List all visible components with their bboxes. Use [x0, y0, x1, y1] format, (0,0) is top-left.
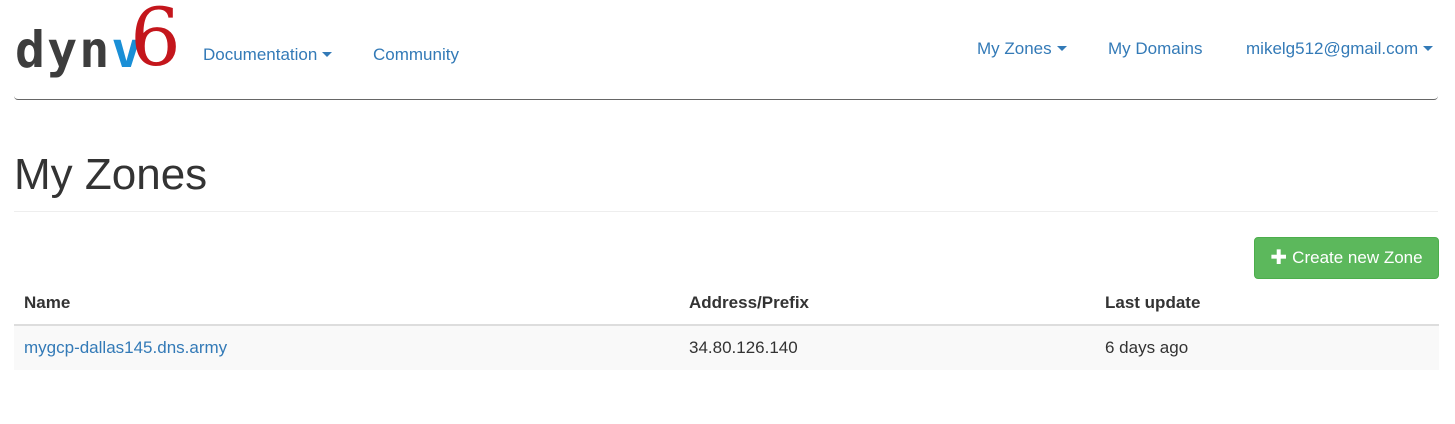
nav-documentation[interactable]: Documentation [203, 45, 333, 65]
caret-down-icon [1423, 46, 1434, 52]
nav-my-zones-label: My Zones [977, 39, 1052, 58]
zone-address-cell: 34.80.126.140 [689, 338, 798, 357]
column-header-name: Name [14, 281, 679, 326]
logo-wordmark: dynv [15, 21, 144, 79]
zone-updated-cell: 6 days ago [1105, 338, 1189, 357]
zone-name-cell: mygcp-dallas145.dns.army [14, 325, 679, 370]
create-zone-button[interactable]: ✚ Create new Zone [1254, 237, 1439, 279]
column-header-last-update: Last update [1095, 281, 1439, 326]
nav-my-zones[interactable]: My Zones [977, 39, 1067, 59]
plus-icon: ✚ [1270, 247, 1288, 269]
navbar: dynv 6 Documentation Community My Zones … [14, 0, 1438, 100]
logo-six: 6 [130, 0, 181, 84]
table-row: mygcp-dallas145.dns.army 34.80.126.140 6… [14, 325, 1439, 370]
create-zone-label: Create new Zone [1292, 248, 1423, 267]
nav-my-domains[interactable]: My Domains [1108, 39, 1202, 59]
caret-down-icon [1056, 46, 1067, 52]
title-divider [14, 211, 1438, 212]
nav-user-email: mikelg512@gmail.com [1246, 39, 1419, 58]
zone-link[interactable]: mygcp-dallas145.dns.army [24, 338, 227, 357]
nav-user-menu[interactable]: mikelg512@gmail.com [1246, 39, 1434, 59]
column-header-address: Address/Prefix [679, 281, 1095, 326]
page-title: My Zones [14, 150, 208, 199]
table-header-row: Name Address/Prefix Last update [14, 281, 1439, 326]
caret-down-icon [322, 52, 333, 58]
nav-documentation-label: Documentation [203, 45, 318, 64]
nav-community[interactable]: Community [373, 45, 459, 65]
zones-table: Name Address/Prefix Last update mygcp-da… [14, 281, 1439, 370]
